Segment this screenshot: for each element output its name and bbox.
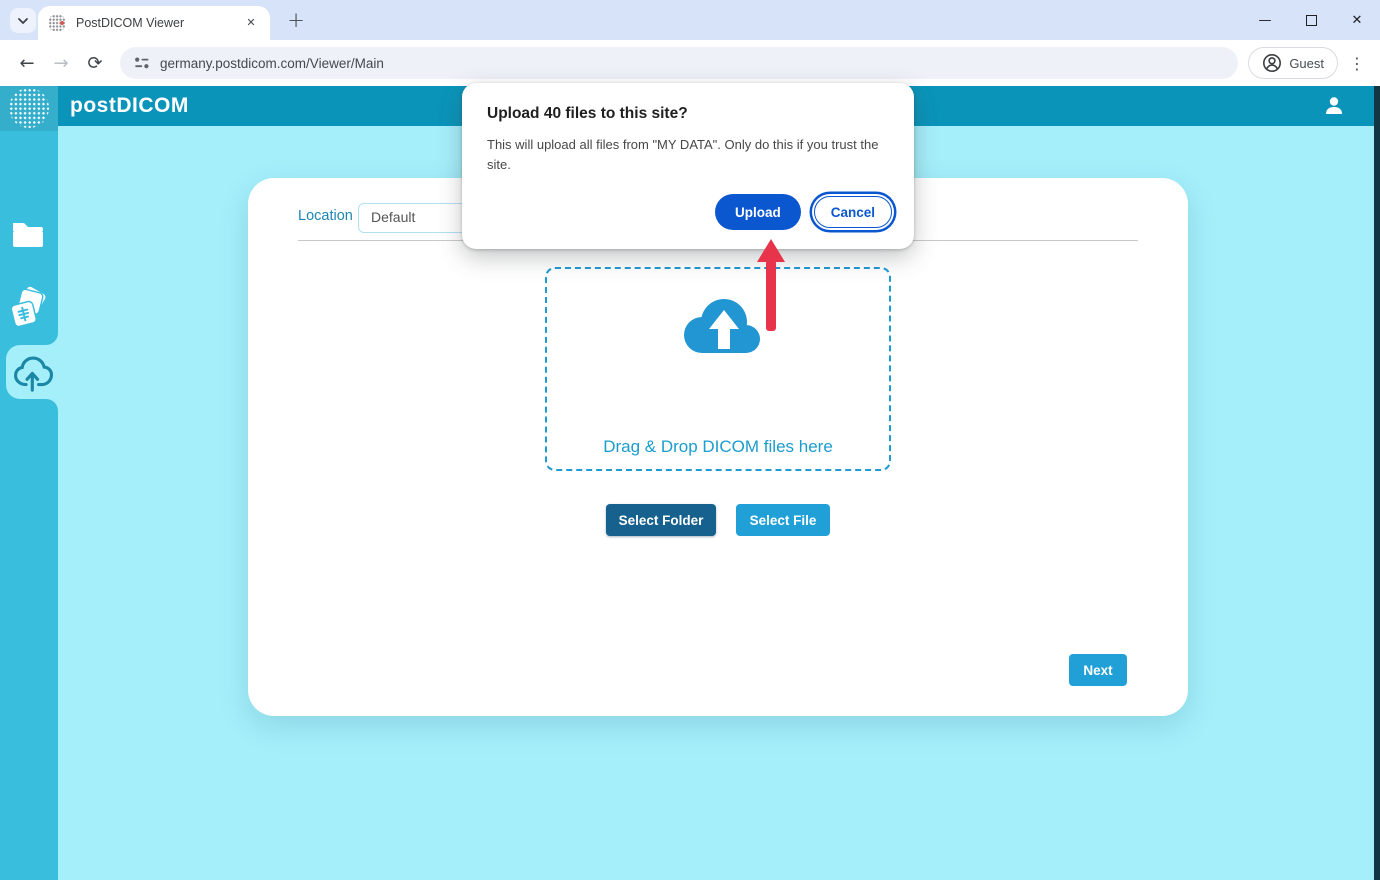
browser-menu-button[interactable]: ⋮ (1344, 46, 1370, 80)
location-label: Location (298, 208, 353, 224)
cloud-upload-icon (10, 349, 56, 395)
sidebar-item-studies[interactable] (7, 285, 51, 336)
window-right-edge (1374, 86, 1380, 880)
dotted-sphere-logo-icon (9, 88, 49, 128)
site-info-icon[interactable] (134, 55, 150, 71)
folder-icon (11, 219, 47, 249)
reload-button[interactable]: ⟳ (78, 46, 112, 80)
tab-postdicom-viewer[interactable]: PostDICOM Viewer ✕ (38, 6, 270, 40)
active-item-corner (46, 333, 58, 345)
url-text: germany.postdicom.com/Viewer/Main (160, 56, 384, 71)
cloud-upload-filled-icon (668, 291, 768, 363)
upload-confirm-button[interactable]: Upload (715, 194, 801, 230)
browser-window: PostDICOM Viewer ✕ + — ✕ ← → ⟳ germany.p… (0, 0, 1380, 880)
window-controls: — ✕ (1242, 0, 1380, 40)
profile-label: Guest (1289, 56, 1324, 71)
logo-tile (0, 86, 58, 131)
postdicom-logo: postDICOM (70, 86, 189, 126)
minimize-button[interactable]: — (1242, 0, 1288, 40)
dialog-body: This will upload all files from "MY DATA… (487, 135, 889, 175)
cancel-button[interactable]: Cancel (814, 196, 892, 228)
maximize-button[interactable] (1288, 0, 1334, 40)
forward-button[interactable]: → (44, 46, 78, 80)
select-file-button[interactable]: Select File (736, 504, 830, 536)
dialog-actions: Upload Cancel (715, 194, 896, 230)
user-icon (1322, 94, 1346, 118)
tab-close-icon[interactable]: ✕ (242, 14, 260, 32)
select-folder-button[interactable]: Select Folder (606, 504, 716, 536)
annotation-arrow-shaft (766, 260, 776, 331)
tab-strip: PostDICOM Viewer ✕ + — ✕ (0, 0, 1380, 40)
next-button[interactable]: Next (1069, 654, 1127, 686)
annotation-arrow-head (757, 239, 785, 262)
new-tab-button[interactable]: + (282, 7, 310, 35)
dialog-title: Upload 40 files to this site? (487, 105, 688, 123)
postdicom-favicon-icon (48, 14, 66, 32)
tab-search-button[interactable] (10, 8, 36, 33)
chevron-down-icon (16, 14, 30, 28)
address-bar[interactable]: germany.postdicom.com/Viewer/Main (120, 47, 1238, 79)
tab-title: PostDICOM Viewer (76, 16, 184, 30)
maximize-icon (1306, 15, 1317, 26)
sidebar (0, 131, 58, 880)
account-button[interactable] (1322, 94, 1346, 123)
sidebar-item-upload-active[interactable] (6, 345, 58, 399)
sidebar-item-folders[interactable] (11, 219, 47, 254)
active-item-corner (46, 399, 58, 411)
browser-toolbar: ← → ⟳ germany.postdicom.com/Viewer/Main … (0, 40, 1380, 86)
upload-permission-dialog: Upload 40 files to this site? This will … (462, 83, 914, 249)
upload-card: Location Default Drag & Drop DICOM files… (248, 178, 1188, 716)
back-button[interactable]: ← (10, 46, 44, 80)
image-stack-icon (7, 285, 51, 331)
dicom-dropzone[interactable]: Drag & Drop DICOM files here (545, 267, 891, 471)
profile-button[interactable]: Guest (1248, 47, 1338, 79)
dropzone-label: Drag & Drop DICOM files here (547, 437, 889, 457)
close-window-button[interactable]: ✕ (1334, 0, 1380, 40)
guest-avatar-icon (1262, 53, 1282, 73)
